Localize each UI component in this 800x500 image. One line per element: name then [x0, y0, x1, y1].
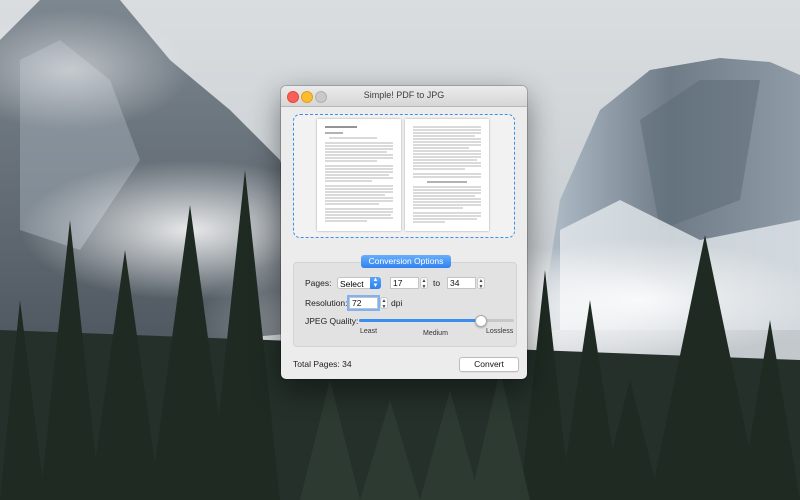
- resolution-field[interactable]: 72: [349, 297, 378, 309]
- title-bar[interactable]: Simple! PDF to JPG: [281, 86, 527, 107]
- pages-mode-value: Select: [340, 279, 364, 289]
- window-title: Simple! PDF to JPG: [363, 90, 445, 100]
- page-to-stepper-icon[interactable]: ▲ ▼: [477, 277, 485, 290]
- app-window: Simple! PDF to JPG Conversion Options Pa…: [281, 86, 527, 379]
- dpi-label: dpi: [391, 298, 403, 308]
- pages-mode-select[interactable]: Select ▲ ▼: [337, 277, 381, 289]
- page-text-lines: [325, 126, 393, 222]
- jpeg-quality-slider[interactable]: [359, 315, 514, 327]
- quality-tick-medium: Medium: [423, 330, 448, 337]
- quality-tick-lossless: Lossless: [486, 328, 514, 335]
- quality-tick-least: Least: [360, 328, 378, 335]
- jpeg-quality-label: JPEG Quality:: [305, 316, 359, 326]
- resolution-label: Resolution:: [305, 298, 348, 308]
- page-text-lines: [413, 126, 481, 223]
- resolution-stepper-icon[interactable]: ▲ ▼: [380, 297, 388, 310]
- jpeg-quality-slider-thumb[interactable]: [474, 315, 487, 327]
- to-label: to: [433, 278, 441, 288]
- pages-label: Pages:: [305, 278, 332, 288]
- page-from-stepper-icon[interactable]: ▲ ▼: [420, 277, 428, 290]
- convert-button[interactable]: Convert: [459, 357, 519, 372]
- pdf-page-preview-right: [405, 119, 489, 231]
- jpeg-quality-slider-fill: [359, 319, 480, 322]
- total-pages-text: Total Pages: 34: [293, 359, 352, 369]
- up-down-chevron-icon: ▲ ▼: [370, 277, 381, 289]
- conversion-options-header: Conversion Options: [361, 255, 451, 268]
- page-from-field[interactable]: 17: [390, 277, 419, 289]
- pdf-drop-zone[interactable]: [293, 114, 515, 238]
- page-to-field[interactable]: 34: [447, 277, 476, 289]
- pdf-page-preview-left: [317, 119, 401, 231]
